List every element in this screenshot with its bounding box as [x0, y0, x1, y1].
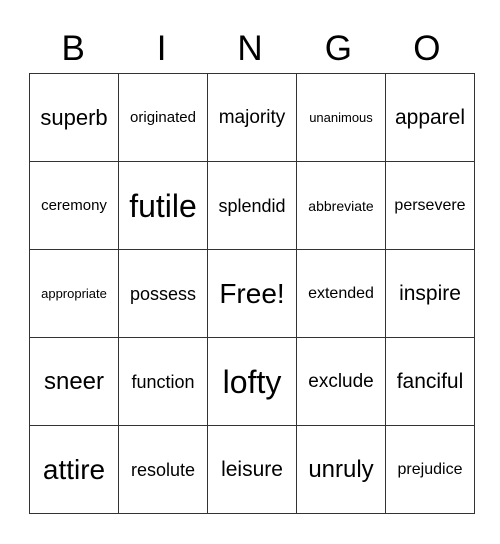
bingo-cell[interactable]: futile — [118, 161, 208, 250]
bingo-cell[interactable]: superb — [29, 73, 119, 162]
bingo-header: B I N G O — [29, 26, 471, 72]
bingo-cell[interactable]: abbreviate — [296, 161, 386, 250]
header-letter-n: N — [237, 29, 263, 68]
grid-row: superb originated majority unanimous app… — [29, 73, 475, 162]
bingo-cell[interactable]: persevere — [385, 161, 475, 250]
bingo-cell[interactable]: splendid — [207, 161, 297, 250]
bingo-cell[interactable]: attire — [29, 425, 119, 514]
bingo-cell[interactable]: appropriate — [29, 249, 119, 338]
bingo-grid: superb originated majority unanimous app… — [29, 73, 475, 514]
bingo-cell[interactable]: apparel — [385, 73, 475, 162]
bingo-cell[interactable]: possess — [118, 249, 208, 338]
bingo-cell[interactable]: sneer — [29, 337, 119, 426]
bingo-cell[interactable]: inspire — [385, 249, 475, 338]
bingo-cell[interactable]: prejudice — [385, 425, 475, 514]
bingo-cell[interactable]: leisure — [207, 425, 297, 514]
header-letter-b: B — [61, 29, 85, 68]
bingo-cell[interactable]: fanciful — [385, 337, 475, 426]
bingo-cell[interactable]: lofty — [207, 337, 297, 426]
bingo-cell[interactable]: unruly — [296, 425, 386, 514]
bingo-cell[interactable]: ceremony — [29, 161, 119, 250]
bingo-cell[interactable]: originated — [118, 73, 208, 162]
grid-row: sneer function lofty exclude fanciful — [29, 337, 475, 426]
header-letter-i: I — [156, 29, 167, 68]
header-letter-g: G — [324, 29, 353, 68]
bingo-cell[interactable]: unanimous — [296, 73, 386, 162]
bingo-cell[interactable]: exclude — [296, 337, 386, 426]
bingo-cell[interactable]: resolute — [118, 425, 208, 514]
bingo-cell[interactable]: majority — [207, 73, 297, 162]
bingo-cell[interactable]: function — [118, 337, 208, 426]
free-space-cell[interactable]: Free! — [207, 249, 297, 338]
header-letter-o: O — [413, 29, 441, 68]
grid-row: attire resolute leisure unruly prejudice — [29, 425, 475, 514]
grid-row: appropriate possess Free! extended inspi… — [29, 249, 475, 338]
bingo-cell[interactable]: extended — [296, 249, 386, 338]
grid-row: ceremony futile splendid abbreviate pers… — [29, 161, 475, 250]
